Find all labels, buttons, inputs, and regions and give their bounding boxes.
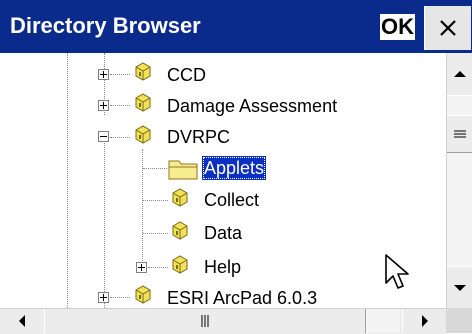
scroll-left-button[interactable] bbox=[0, 309, 45, 333]
ok-button[interactable]: OK bbox=[380, 14, 415, 40]
arrow-left-icon bbox=[19, 315, 25, 327]
tree-connector-line bbox=[143, 200, 168, 201]
vertical-scrollbar[interactable] bbox=[446, 53, 472, 309]
database-folder-icon bbox=[172, 255, 188, 274]
expand-toggle[interactable] bbox=[98, 100, 109, 111]
tree-connector-line bbox=[142, 149, 143, 269]
tree-item-ccd[interactable]: CCD bbox=[165, 60, 208, 90]
scroll-down-button[interactable] bbox=[447, 266, 472, 309]
tree-item-label: ESRI ArcPad 6.0.3 bbox=[167, 288, 318, 308]
tree-item-esri-arcpad[interactable]: ESRI ArcPad 6.0.3 bbox=[165, 283, 319, 308]
window-title: Directory Browser bbox=[10, 13, 201, 38]
tree-connector-line bbox=[110, 74, 130, 75]
tree-item-label: Help bbox=[204, 257, 242, 277]
grip-icon bbox=[453, 130, 466, 138]
tree-connector-line bbox=[148, 267, 168, 268]
tree-connector-line bbox=[110, 297, 130, 298]
tree-item-help[interactable]: Help bbox=[202, 252, 243, 282]
close-button[interactable] bbox=[424, 6, 471, 50]
expand-toggle[interactable] bbox=[136, 262, 147, 273]
scroll-right-button[interactable] bbox=[402, 309, 447, 333]
tree-connector-line bbox=[67, 53, 68, 308]
database-folder-icon bbox=[135, 93, 151, 112]
collapse-toggle[interactable] bbox=[98, 131, 109, 142]
database-folder-icon bbox=[172, 188, 188, 207]
expand-toggle[interactable] bbox=[98, 292, 109, 303]
database-folder-icon bbox=[135, 285, 151, 304]
tree-item-label: CCD bbox=[167, 65, 206, 85]
arrow-right-icon bbox=[422, 315, 428, 327]
tree-item-applets[interactable]: Applets bbox=[202, 153, 267, 183]
tree-item-label: Collect bbox=[204, 190, 260, 210]
database-folder-icon bbox=[135, 62, 151, 81]
tree-item-label: Damage Assessment bbox=[167, 96, 338, 116]
arrow-down-icon bbox=[453, 285, 466, 291]
scroll-thumb[interactable] bbox=[44, 309, 366, 333]
tree-connector-line bbox=[110, 137, 130, 138]
tree-connector-line bbox=[143, 233, 168, 234]
grip-icon bbox=[201, 315, 209, 327]
tree-item-dvrpc[interactable]: DVRPC bbox=[165, 122, 232, 152]
expand-toggle[interactable] bbox=[98, 69, 109, 80]
tree-item-damage-assessment[interactable]: Damage Assessment bbox=[165, 91, 339, 121]
mouse-pointer-icon bbox=[385, 254, 409, 289]
directory-tree[interactable]: CCD Damage Assessment DVRPC Applets Coll… bbox=[0, 53, 446, 308]
scrollbar-corner bbox=[446, 308, 472, 333]
tree-item-data[interactable]: Data bbox=[202, 218, 244, 248]
arrow-up-icon bbox=[453, 71, 466, 77]
title-bar: Directory Browser OK bbox=[0, 0, 472, 53]
tree-item-label: Data bbox=[204, 223, 243, 243]
scroll-thumb[interactable] bbox=[447, 115, 472, 153]
tree-connector-line bbox=[104, 136, 105, 308]
tree-item-label: DVRPC bbox=[167, 127, 231, 147]
horizontal-scrollbar[interactable] bbox=[0, 308, 447, 334]
folder-icon bbox=[168, 160, 198, 180]
database-folder-icon bbox=[135, 125, 151, 144]
scroll-up-button[interactable] bbox=[447, 53, 472, 96]
database-folder-icon bbox=[172, 221, 188, 240]
directory-browser-window: Directory Browser OK CCD Damage Assessme… bbox=[0, 0, 472, 334]
close-icon bbox=[440, 20, 456, 36]
tree-connector-line bbox=[143, 168, 167, 169]
tree-item-collect[interactable]: Collect bbox=[202, 185, 261, 215]
tree-connector-line bbox=[110, 105, 130, 106]
tree-item-label: Applets bbox=[202, 156, 267, 180]
